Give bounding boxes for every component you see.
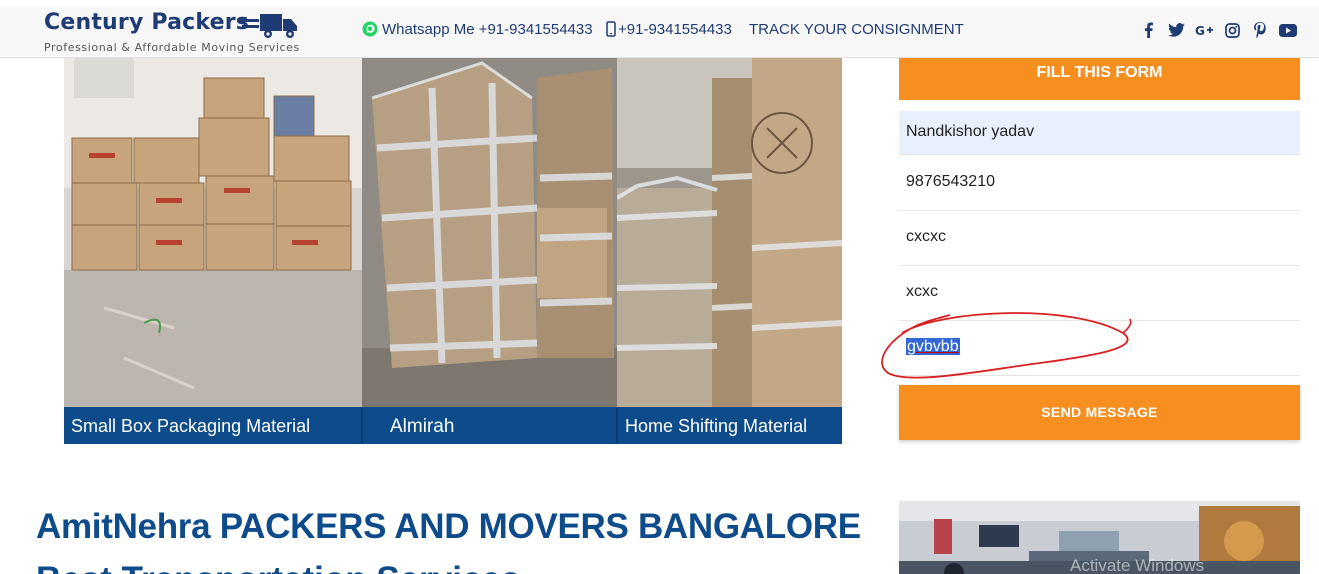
whatsapp-icon [362,21,378,37]
site-header: Century Packers Professional & Affordabl… [0,6,1319,58]
phone-link[interactable]: +91-9341554433 [606,21,732,38]
social-links: G [1139,21,1297,39]
mobile-phone-icon [606,21,616,37]
form-title: FILL THIS FORM [899,58,1300,100]
brand-name: Century Packers [44,10,250,35]
page-subheading: Best Transportation Services [36,560,520,574]
small-box-packaging-photo [64,58,362,407]
whatsapp-text: Whatsapp Me +91-9341554433 [382,21,593,38]
name-field[interactable]: Nandkishor yadav [899,111,1300,155]
enquiry-form: FILL THIS FORM Nandkishor yadav 98765432… [899,58,1300,440]
caption-home-shifting: Home Shifting Material [625,416,808,436]
selected-message-text: gvbvbb [906,338,960,355]
caption-divider [616,407,618,444]
whatsapp-link[interactable]: Whatsapp Me +91-9341554433 [362,21,593,38]
facebook-icon[interactable] [1139,21,1157,39]
pinterest-icon[interactable] [1251,21,1269,39]
caption-small-box-packaging: Small Box Packaging Material [71,416,311,436]
page-heading: AmitNehra PACKERS AND MOVERS BANGALORE [36,507,861,546]
svg-text:G: G [1195,24,1205,36]
services-banner: Small Box Packaging Material Almirah Hom… [64,58,842,444]
to-location-field[interactable]: xcxc [899,266,1300,321]
caption-almirah: Almirah [390,416,455,437]
caption-divider [361,407,363,444]
from-location-field[interactable]: cxcxc [899,211,1300,266]
google-plus-icon[interactable]: G [1195,21,1213,39]
activate-windows-watermark: Activate Windows [1070,556,1205,574]
site-logo[interactable]: Century Packers Professional & Affordabl… [44,8,314,56]
banner-caption-bar: Small Box Packaging Material Almirah Hom… [64,407,842,444]
message-field[interactable]: gvbvbb [899,321,1300,376]
instagram-icon[interactable] [1223,21,1241,39]
youtube-icon[interactable] [1279,21,1297,39]
send-message-button[interactable]: SEND MESSAGE [899,385,1300,440]
twitter-icon[interactable] [1167,21,1185,39]
truck-icon [237,14,297,38]
home-shifting-photo [617,58,842,407]
brand-tagline: Professional & Affordable Moving Service… [44,41,300,54]
phone-text: +91-9341554433 [618,21,732,38]
track-consignment-link[interactable]: TRACK YOUR CONSIGNMENT [749,21,964,38]
phone-field[interactable]: 9876543210 [899,156,1300,211]
almirah-photo [362,58,617,407]
